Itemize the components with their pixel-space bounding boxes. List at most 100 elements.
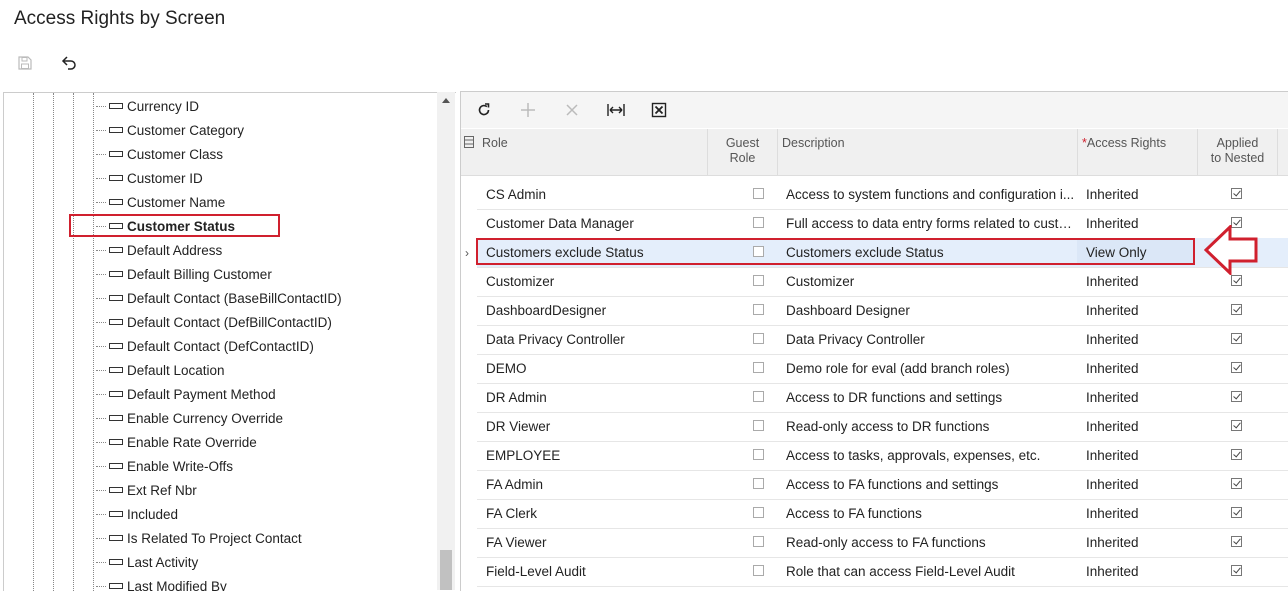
- access-rights-cell[interactable]: Inherited: [1086, 209, 1196, 238]
- description-cell[interactable]: Access to FA functions and settings: [786, 470, 1076, 499]
- access-rights-cell[interactable]: Inherited: [1086, 180, 1196, 209]
- applied-to-nested-checkbox[interactable]: [1231, 333, 1242, 344]
- guest-role-checkbox[interactable]: [753, 478, 764, 489]
- role-cell[interactable]: Customer Data Manager: [486, 209, 706, 238]
- tree-item[interactable]: Default Contact (BaseBillContactID): [96, 287, 342, 309]
- tree-item[interactable]: Included: [96, 503, 178, 525]
- applied-to-nested-checkbox[interactable]: [1231, 391, 1242, 402]
- access-rights-cell[interactable]: Inherited: [1086, 441, 1196, 470]
- column-settings-button[interactable]: [461, 129, 477, 175]
- add-row-button[interactable]: [517, 99, 539, 121]
- access-rights-cell[interactable]: Inherited: [1086, 528, 1196, 557]
- column-header-description[interactable]: Description: [778, 129, 1078, 175]
- access-rights-cell[interactable]: Inherited: [1086, 470, 1196, 499]
- tree-item[interactable]: Enable Rate Override: [96, 431, 257, 453]
- guest-role-checkbox[interactable]: [753, 275, 764, 286]
- column-header-applied-to-nested[interactable]: Applied to Nested: [1198, 129, 1278, 175]
- guest-role-checkbox[interactable]: [753, 391, 764, 402]
- guest-role-checkbox[interactable]: [753, 536, 764, 547]
- description-cell[interactable]: Full access to data entry forms related …: [786, 209, 1076, 238]
- guest-role-checkbox[interactable]: [753, 188, 764, 199]
- save-button[interactable]: [14, 52, 36, 74]
- guest-role-checkbox[interactable]: [753, 449, 764, 460]
- guest-role-checkbox[interactable]: [753, 217, 764, 228]
- table-row[interactable]: DashboardDesigner Dashboard Designer Inher…: [477, 296, 1288, 326]
- guest-role-checkbox[interactable]: [753, 507, 764, 518]
- description-cell[interactable]: Data Privacy Controller: [786, 325, 1076, 354]
- tree-item[interactable]: Ext Ref Nbr: [96, 479, 197, 501]
- table-row[interactable]: Field-Level Audit Role that can access Fi…: [477, 557, 1288, 587]
- access-rights-cell[interactable]: Inherited: [1086, 296, 1196, 325]
- description-cell[interactable]: Role that can access Field-Level Audit: [786, 557, 1076, 586]
- guest-role-checkbox[interactable]: [753, 246, 764, 257]
- table-row[interactable]: Data Privacy ControllerData Privacy Cont…: [477, 325, 1288, 355]
- role-cell[interactable]: Field-Level Audit: [486, 557, 706, 586]
- access-rights-cell[interactable]: Inherited: [1086, 267, 1196, 296]
- role-cell[interactable]: FA Admin: [486, 470, 706, 499]
- tree-item[interactable]: Default Payment Method: [96, 383, 276, 405]
- applied-to-nested-checkbox[interactable]: [1231, 420, 1242, 431]
- applied-to-nested-checkbox[interactable]: [1231, 507, 1242, 518]
- tree-item[interactable]: Default Contact (DefContactID): [96, 335, 314, 357]
- fit-columns-button[interactable]: [605, 99, 627, 121]
- description-cell[interactable]: Customers exclude Status: [786, 238, 1076, 267]
- column-header-access-rights[interactable]: *Access Rights: [1078, 129, 1198, 175]
- column-header-role[interactable]: Role: [477, 129, 708, 175]
- role-cell[interactable]: DEMO: [486, 354, 706, 383]
- description-cell[interactable]: Access to FA functions: [786, 499, 1076, 528]
- guest-role-checkbox[interactable]: [753, 333, 764, 344]
- role-cell[interactable]: Customers exclude Status: [486, 238, 706, 267]
- description-cell[interactable]: Customizer: [786, 267, 1076, 296]
- refresh-button[interactable]: [473, 99, 495, 121]
- tree-item[interactable]: Customer Class: [96, 143, 223, 165]
- role-cell[interactable]: DashboardDesigner: [486, 296, 706, 325]
- undo-button[interactable]: [58, 52, 80, 74]
- applied-to-nested-checkbox[interactable]: [1231, 478, 1242, 489]
- description-cell[interactable]: Read-only access to DR functions: [786, 412, 1076, 441]
- role-cell[interactable]: DR Viewer: [486, 412, 706, 441]
- table-row[interactable]: EMPLOYEEAccess to tasks, approvals, expe…: [477, 441, 1288, 471]
- applied-to-nested-checkbox[interactable]: [1231, 449, 1242, 460]
- tree-item[interactable]: Default Billing Customer: [96, 263, 272, 285]
- access-rights-cell[interactable]: Inherited: [1086, 499, 1196, 528]
- role-cell[interactable]: EMPLOYEE: [486, 441, 706, 470]
- description-cell[interactable]: Demo role for eval (add branch roles): [786, 354, 1076, 383]
- tree-item[interactable]: Default Contact (DefBillContactID): [96, 311, 332, 333]
- applied-to-nested-checkbox[interactable]: [1231, 188, 1242, 199]
- table-row[interactable]: CS AdminAccess to system functions and c…: [477, 180, 1288, 210]
- tree-item[interactable]: Currency ID: [96, 95, 199, 117]
- tree-item[interactable]: Enable Write-Offs: [96, 455, 233, 477]
- access-rights-cell[interactable]: Inherited: [1086, 412, 1196, 441]
- guest-role-checkbox[interactable]: [753, 304, 764, 315]
- export-excel-button[interactable]: [648, 99, 670, 121]
- table-row[interactable]: FA Admin Access to FA functions and setti…: [477, 470, 1288, 500]
- column-header-guest-role[interactable]: Guest Role: [708, 129, 778, 175]
- table-row[interactable]: Customer Data Manager Full access to data…: [477, 209, 1288, 239]
- access-rights-cell[interactable]: Inherited: [1086, 557, 1196, 586]
- tree-item[interactable]: Default Address: [96, 239, 222, 261]
- table-row[interactable]: DR Viewer Read-only access to DR function…: [477, 412, 1288, 442]
- scrollbar-thumb[interactable]: [440, 550, 452, 590]
- access-rights-cell[interactable]: Inherited: [1086, 354, 1196, 383]
- description-cell[interactable]: Dashboard Designer: [786, 296, 1076, 325]
- guest-role-checkbox[interactable]: [753, 362, 764, 373]
- role-cell[interactable]: Customizer: [486, 267, 706, 296]
- access-rights-cell[interactable]: View Only: [1086, 238, 1196, 267]
- table-row[interactable]: FA Clerk Access to FA functions Inherited: [477, 499, 1288, 529]
- guest-role-checkbox[interactable]: [753, 565, 764, 576]
- applied-to-nested-checkbox[interactable]: [1231, 362, 1242, 373]
- tree-item[interactable]: Default Location: [96, 359, 225, 381]
- applied-to-nested-checkbox[interactable]: [1231, 536, 1242, 547]
- applied-to-nested-checkbox[interactable]: [1231, 565, 1242, 576]
- role-cell[interactable]: DR Admin: [486, 383, 706, 412]
- tree-scrollbar[interactable]: [437, 92, 455, 590]
- tree-item[interactable]: Is Related To Project Contact: [96, 527, 302, 549]
- applied-to-nested-checkbox[interactable]: [1231, 304, 1242, 315]
- role-cell[interactable]: FA Clerk: [486, 499, 706, 528]
- table-row[interactable]: DEMO Demo role for eval (add branch roles…: [477, 354, 1288, 384]
- tree-item[interactable]: Enable Currency Override: [96, 407, 283, 429]
- table-row[interactable]: Customizer Customizer Inherited: [477, 267, 1288, 297]
- description-cell[interactable]: Access to system functions and configura…: [786, 180, 1076, 209]
- scroll-up-arrow-icon[interactable]: [442, 98, 450, 103]
- tree-item[interactable]: Last Activity: [96, 551, 198, 573]
